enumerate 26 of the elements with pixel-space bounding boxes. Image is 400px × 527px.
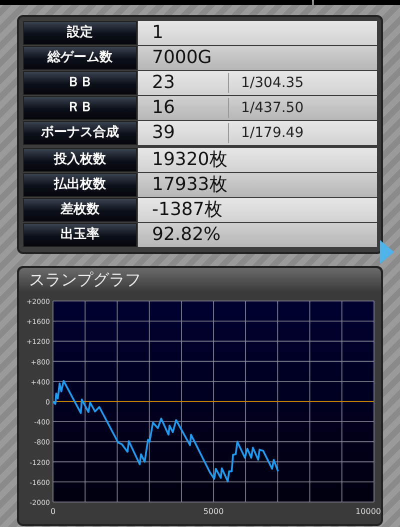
row-label: 差枚数 [23,198,137,222]
row-label: 払出枚数 [23,173,137,197]
row-label: ＲＢ [23,96,137,120]
row-label: ＢＢ [23,71,137,95]
row-value: 23 [151,74,176,92]
row-value: 39 [151,124,176,142]
x-tick-label: 10000 [356,507,381,516]
row-ratio: 1/304.35 [228,73,304,93]
row-ratio: 1/437.50 [228,98,304,118]
row-value: 17933枚 [151,176,228,194]
x-tick-label: 0 [50,507,56,516]
row-label: 投入枚数 [23,148,137,172]
row-value: 19320枚 [151,151,228,169]
graph-title: スランプグラフ [19,268,381,292]
row-ratio: 1/179.49 [228,123,304,143]
row-label: ボーナス合成 [23,121,137,145]
row-label: 出玉率 [23,223,137,247]
row-value: 7000G [151,49,213,67]
x-tick-label: 5000 [203,507,224,516]
arrow-tab-icon [380,240,394,264]
row-value: 1 [151,24,164,42]
row-value: -1387枚 [151,201,224,219]
row-value: 92.82% [151,226,222,244]
row-label: 総ゲーム数 [23,46,137,70]
row-label: 設定 [23,21,137,45]
row-value: 16 [151,99,176,117]
